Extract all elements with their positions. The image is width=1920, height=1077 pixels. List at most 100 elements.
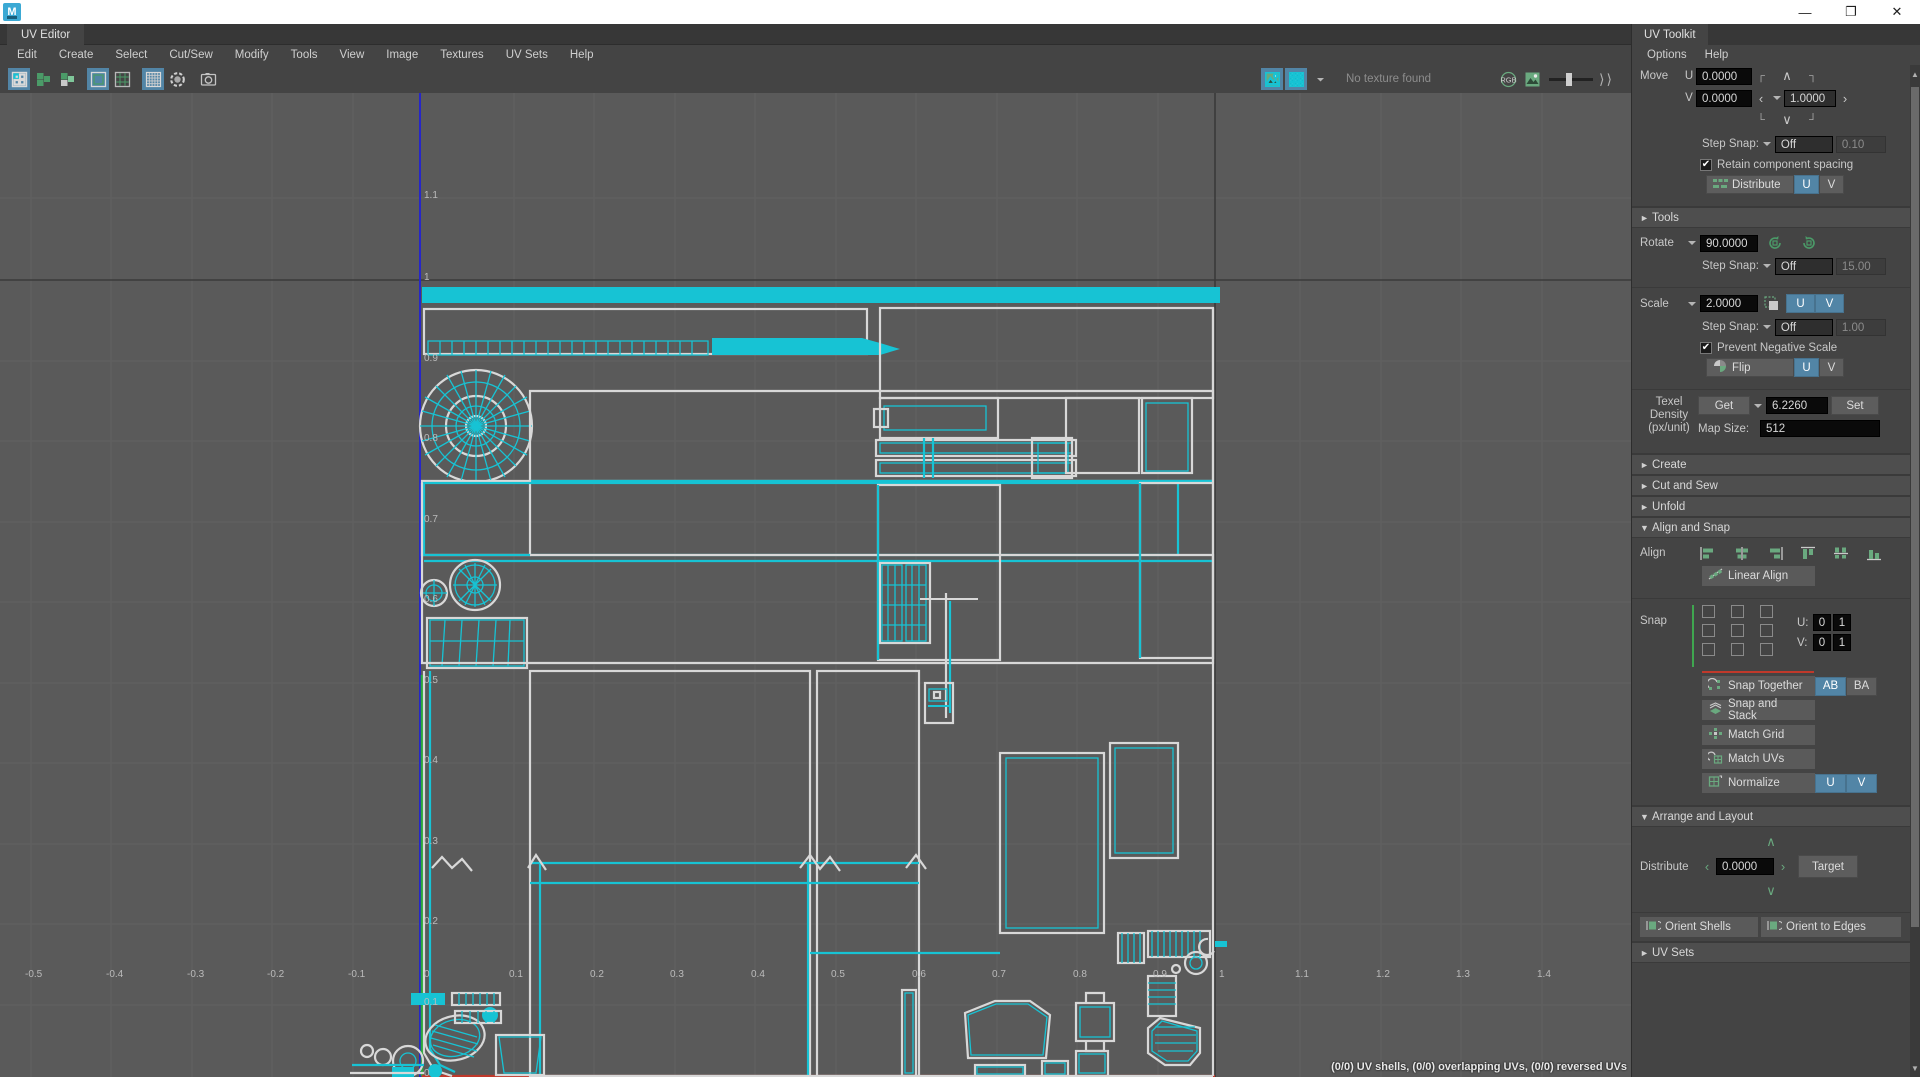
align-center-u-icon[interactable] xyxy=(1725,544,1758,562)
scale-v-button[interactable]: V xyxy=(1815,294,1844,313)
snap-cell-tc[interactable] xyxy=(1731,605,1744,618)
snap-u-min-input[interactable]: 0 xyxy=(1813,614,1831,631)
snapshot-icon[interactable] xyxy=(197,68,219,90)
shaded-uv-icon[interactable] xyxy=(166,68,188,90)
rotate-step-snap-mode[interactable]: Off xyxy=(1774,257,1833,275)
pixel-grid-icon[interactable] xyxy=(142,68,164,90)
distribute-button[interactable]: Distribute xyxy=(1706,175,1794,194)
scale-step-snap-dropdown-icon[interactable] xyxy=(1759,318,1775,336)
move-step-snap-value[interactable]: 0.10 xyxy=(1835,135,1886,153)
tab-uv-editor[interactable]: UV Editor xyxy=(7,24,85,45)
menu-select[interactable]: Select xyxy=(104,45,158,65)
align-min-u-icon[interactable] xyxy=(1692,544,1725,562)
minimize-button[interactable]: — xyxy=(1782,0,1828,24)
move-v-input[interactable]: 0.0000 xyxy=(1696,89,1752,107)
move-corner-tl-button[interactable]: ┌ xyxy=(1752,70,1770,82)
scale-pivot-icon[interactable] xyxy=(1758,295,1786,313)
section-tools[interactable]: ► Tools xyxy=(1632,207,1910,228)
chevron-down-icon[interactable] xyxy=(1309,68,1331,90)
rotate-step-snap-value[interactable]: 15.00 xyxy=(1835,257,1886,275)
align-max-u-icon[interactable] xyxy=(1758,544,1791,562)
section-create[interactable]: ► Create xyxy=(1632,454,1910,475)
toolkit-menu-help[interactable]: Help xyxy=(1696,45,1738,65)
slider-knob[interactable] xyxy=(1566,72,1572,86)
tab-uv-toolkit[interactable]: UV Toolkit xyxy=(1632,24,1708,45)
toolkit-scrollbar[interactable]: ▲ ▼ xyxy=(1910,65,1920,1077)
rotate-cw-icon[interactable] xyxy=(1792,234,1826,252)
move-up-button[interactable]: ∧ xyxy=(1770,67,1804,85)
menu-cut-sew[interactable]: Cut/Sew xyxy=(158,45,223,65)
scrollbar-thumb[interactable] xyxy=(1911,87,1919,927)
move-left-button[interactable]: ‹ xyxy=(1752,89,1770,107)
move-step-snap-mode[interactable]: Off xyxy=(1774,135,1833,153)
align-center-v-icon[interactable] xyxy=(1824,544,1857,562)
rotate-step-snap-dropdown-icon[interactable] xyxy=(1759,257,1775,275)
scale-dropdown-icon[interactable] xyxy=(1684,295,1700,313)
expand-left-icon[interactable]: ⟩ xyxy=(1598,71,1605,88)
snap-cell-bc[interactable] xyxy=(1731,643,1744,656)
normalize-v-button[interactable]: V xyxy=(1846,773,1877,793)
map-size-input[interactable]: 512 xyxy=(1760,420,1880,437)
image-dim-slider[interactable] xyxy=(1549,72,1593,86)
move-right-button[interactable]: › xyxy=(1836,89,1854,107)
scale-input[interactable]: 2.0000 xyxy=(1700,295,1758,312)
snap-v-max-input[interactable]: 1 xyxy=(1833,634,1851,651)
flip-button[interactable]: Flip xyxy=(1706,358,1794,377)
uv-split-select-icon[interactable] xyxy=(56,68,78,90)
match-uvs-button[interactable]: Match UVs xyxy=(1702,749,1815,769)
menu-tools[interactable]: Tools xyxy=(280,45,329,65)
distribute-v-button[interactable]: V xyxy=(1819,175,1844,194)
section-unfold[interactable]: ► Unfold xyxy=(1632,496,1910,517)
close-button[interactable]: ✕ xyxy=(1874,0,1920,24)
scale-u-button[interactable]: U xyxy=(1786,294,1815,313)
snap-cell-mc[interactable] xyxy=(1731,624,1744,637)
section-align-and-snap[interactable]: ▼ Align and Snap xyxy=(1632,517,1910,538)
retain-spacing-checkbox[interactable] xyxy=(1700,159,1712,171)
snap-v-min-input[interactable]: 0 xyxy=(1813,634,1831,651)
snap-ab-button[interactable]: AB xyxy=(1815,676,1846,696)
orient-shells-button[interactable]: Orient Shells xyxy=(1640,917,1758,937)
scale-step-snap-mode[interactable]: Off xyxy=(1774,318,1833,336)
uv-layout-graphic[interactable]: .gl { stroke:#636363; stroke-width:1; } … xyxy=(0,93,1631,1077)
flip-u-button[interactable]: U xyxy=(1794,358,1819,377)
distribute-u-button[interactable]: U xyxy=(1794,175,1819,194)
align-max-v-icon[interactable] xyxy=(1791,544,1824,562)
move-corner-tr-button[interactable]: ┐ xyxy=(1804,70,1822,82)
move-down-button[interactable]: ∨ xyxy=(1770,111,1804,129)
snap-cell-br[interactable] xyxy=(1760,643,1773,656)
move-corner-bl-button[interactable]: └ xyxy=(1752,114,1770,126)
toolkit-menu-options[interactable]: Options xyxy=(1638,45,1696,65)
texel-get-button[interactable]: Get xyxy=(1698,396,1750,415)
menu-textures[interactable]: Textures xyxy=(429,45,494,65)
uv-shell-select-icon[interactable] xyxy=(8,68,30,90)
snap-together-button[interactable]: Snap Together xyxy=(1702,676,1815,696)
checker-pattern-icon[interactable] xyxy=(1285,68,1307,90)
texel-density-input[interactable]: 6.2260 xyxy=(1766,397,1828,414)
distribute-left-button[interactable]: ‹ xyxy=(1698,858,1716,876)
texel-set-button[interactable]: Set xyxy=(1831,396,1879,415)
snap-cell-bl[interactable] xyxy=(1702,643,1715,656)
move-u-input[interactable]: 0.0000 xyxy=(1696,67,1752,85)
rotate-input[interactable]: 90.0000 xyxy=(1700,234,1758,252)
arrange-distribute-input[interactable]: 0.0000 xyxy=(1716,858,1774,875)
menu-help[interactable]: Help xyxy=(559,45,605,65)
target-button[interactable]: Target xyxy=(1798,855,1858,878)
uv-face-select-icon[interactable] xyxy=(32,68,54,90)
scroll-up-icon[interactable]: ▲ xyxy=(1910,67,1920,81)
prevent-negative-scale-checkbox[interactable] xyxy=(1700,342,1712,354)
match-grid-button[interactable]: Match Grid xyxy=(1702,725,1815,745)
snap-u-max-input[interactable]: 1 xyxy=(1833,614,1851,631)
align-min-v-icon[interactable] xyxy=(1857,544,1890,562)
uv-canvas[interactable]: .gl { stroke:#636363; stroke-width:1; } … xyxy=(0,93,1631,1077)
snap-cell-ml[interactable] xyxy=(1702,624,1715,637)
rotate-dropdown-icon[interactable] xyxy=(1684,234,1700,252)
display-grid-icon[interactable] xyxy=(111,68,133,90)
move-step-snap-dropdown-icon[interactable] xyxy=(1759,135,1775,153)
expand-right-icon[interactable]: ⟩ xyxy=(1605,71,1612,88)
snap-and-stack-button[interactable]: Snap and Stack xyxy=(1702,698,1815,722)
snap-cell-mr[interactable] xyxy=(1760,624,1773,637)
distribute-right-button[interactable]: › xyxy=(1774,858,1792,876)
texel-dropdown-icon[interactable] xyxy=(1750,397,1766,415)
alpha-channel-icon[interactable] xyxy=(1521,68,1543,90)
section-uv-sets[interactable]: ► UV Sets xyxy=(1632,942,1910,963)
